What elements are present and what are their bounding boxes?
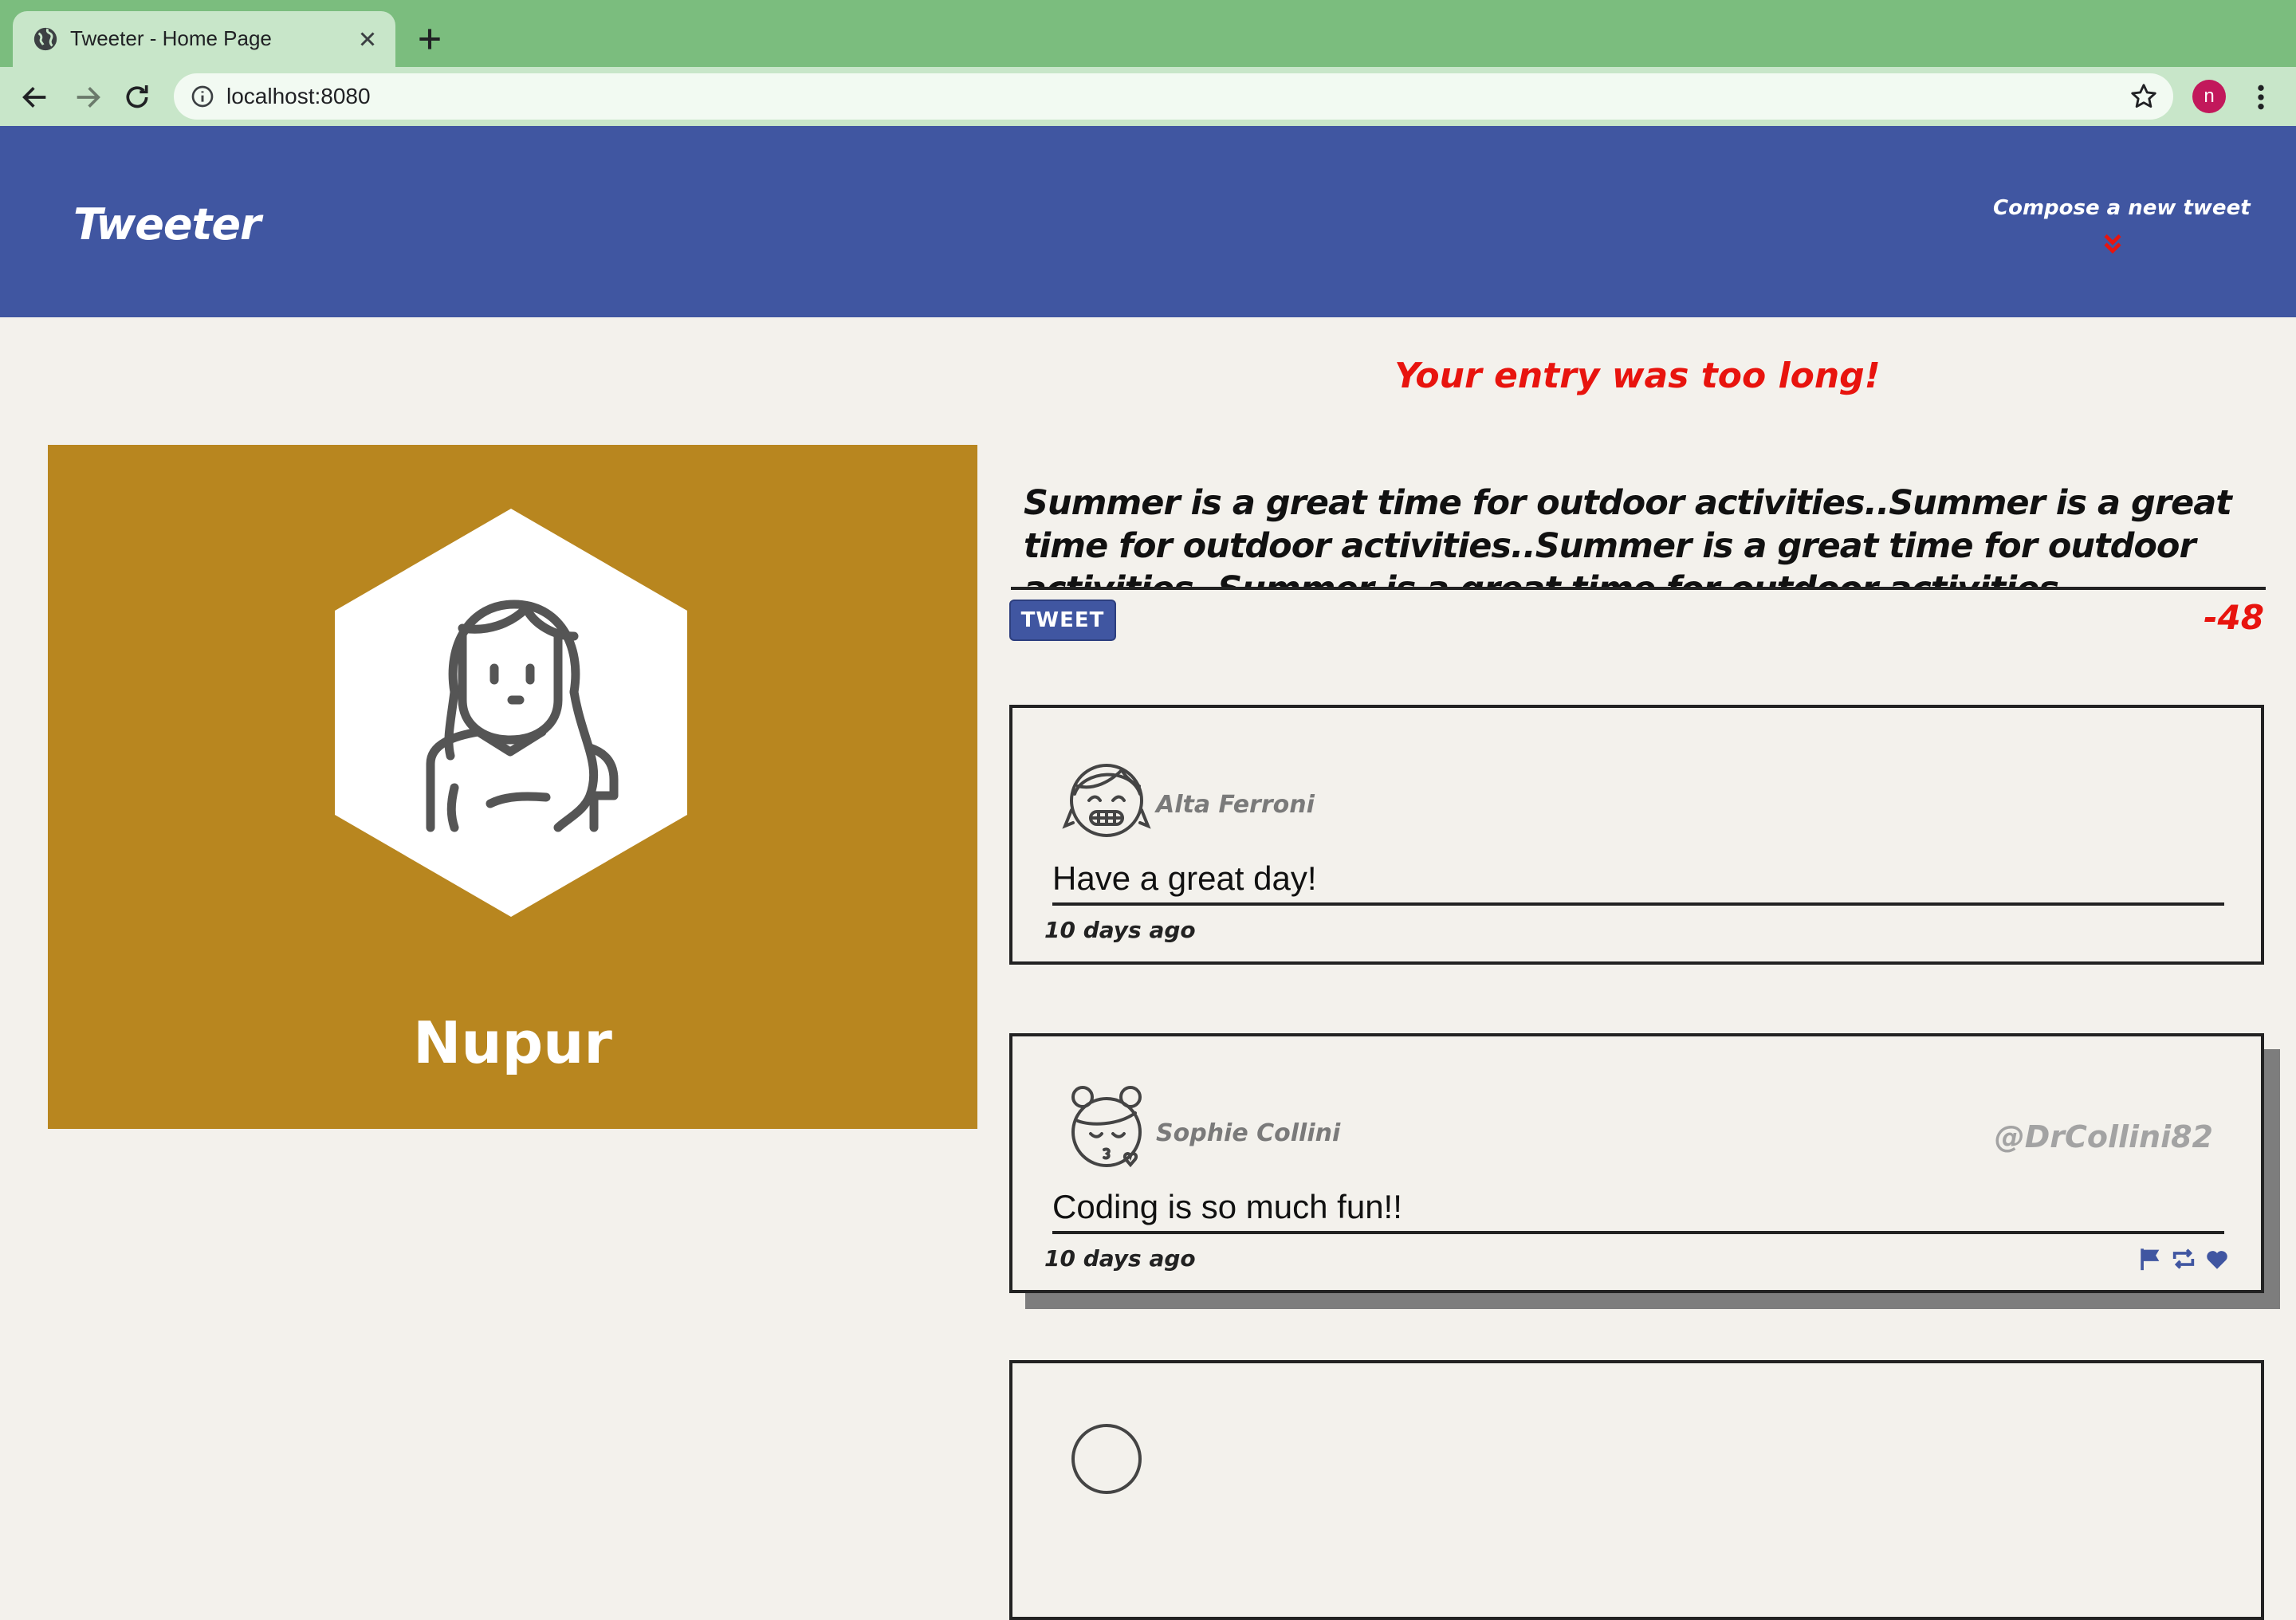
tweet-textarea[interactable]: Summer is a great time for outdoor activ… bbox=[1024, 482, 2251, 587]
tweet-author-name: Sophie Collini bbox=[1156, 1119, 1341, 1147]
tweet-actions bbox=[2137, 1245, 2231, 1272]
error-message: Your entry was too long! bbox=[1394, 356, 1881, 396]
globe-icon bbox=[33, 27, 57, 51]
girl-kiss-avatar-icon bbox=[1071, 1086, 1142, 1168]
compose-toggle-link[interactable]: Compose a new tweet bbox=[1993, 196, 2251, 220]
brand-logo-text[interactable]: Tweeter bbox=[73, 199, 261, 250]
retweet-icon[interactable] bbox=[2170, 1245, 2197, 1272]
tweet-author-handle: @DrCollini82 bbox=[1994, 1119, 2213, 1154]
browser-toolbar: localhost:8080 n bbox=[0, 67, 2296, 126]
close-icon[interactable] bbox=[356, 27, 379, 51]
textarea-underline bbox=[1011, 587, 2266, 590]
forward-arrow-icon[interactable] bbox=[72, 81, 104, 113]
flag-icon[interactable] bbox=[2137, 1245, 2164, 1272]
profile-username: Nupur bbox=[413, 1009, 612, 1076]
tweet-article bbox=[1009, 1360, 2264, 1620]
character-counter: -48 bbox=[2204, 598, 2264, 637]
browser-tab-strip: Tweeter - Home Page bbox=[0, 0, 2296, 67]
tweet-timestamp: 10 days ago bbox=[1044, 917, 1196, 943]
address-bar[interactable]: localhost:8080 bbox=[174, 73, 2173, 120]
profile-card: Nupur bbox=[48, 445, 977, 1129]
user-avatar-icon bbox=[1071, 1424, 1142, 1494]
tweet-article: Alta Ferroni Have a great day! 10 days a… bbox=[1009, 705, 2264, 965]
tweet-text: Have a great day! bbox=[1052, 858, 2224, 906]
tweet-timestamp: 10 days ago bbox=[1044, 1245, 1196, 1272]
double-chevron-down-icon[interactable] bbox=[2098, 230, 2127, 258]
tweet-text: Coding is so much fun!! bbox=[1052, 1186, 2224, 1234]
info-icon[interactable] bbox=[190, 84, 215, 109]
reload-icon[interactable] bbox=[121, 81, 153, 113]
tweet-article: Sophie Collini @DrCollini82 Coding is so… bbox=[1009, 1033, 2264, 1293]
female-avatar-icon bbox=[335, 509, 687, 917]
bookmark-star-icon[interactable] bbox=[2129, 81, 2159, 112]
heart-icon[interactable] bbox=[2204, 1245, 2231, 1272]
browser-tab[interactable]: Tweeter - Home Page bbox=[13, 11, 395, 67]
tab-title: Tweeter - Home Page bbox=[70, 26, 272, 50]
profile-avatar[interactable]: n bbox=[2192, 80, 2226, 113]
app-header: Tweeter Compose a new tweet bbox=[0, 126, 2296, 317]
url-text: localhost:8080 bbox=[226, 84, 371, 108]
girl-grinning-avatar-icon bbox=[1062, 764, 1151, 837]
kebab-menu-icon[interactable] bbox=[2250, 81, 2272, 113]
tweet-submit-button[interactable]: TWEET bbox=[1009, 600, 1116, 641]
back-arrow-icon[interactable] bbox=[19, 81, 51, 113]
tweet-author-name: Alta Ferroni bbox=[1156, 791, 1315, 819]
new-tab-plus-icon[interactable] bbox=[415, 24, 445, 54]
